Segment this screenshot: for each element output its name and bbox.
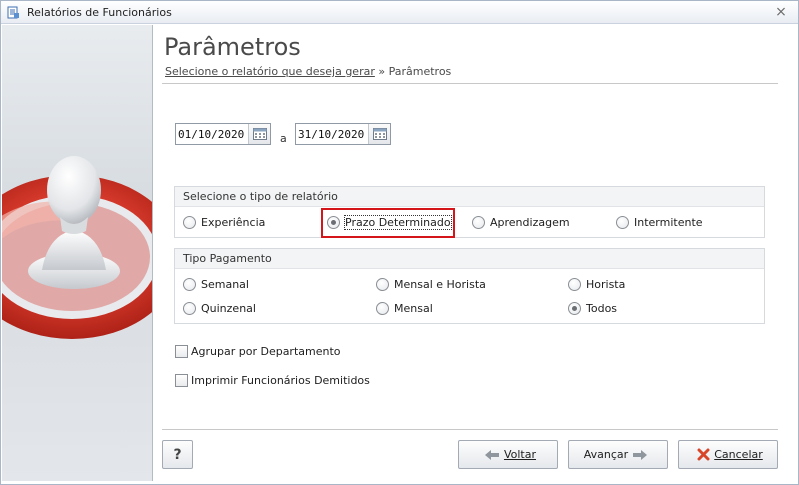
report-window: Relatórios de Funcionários ⨯ Parâmetros … bbox=[0, 0, 799, 485]
employee-silhouette-icon bbox=[2, 156, 152, 339]
radio-label: Intermitente bbox=[634, 215, 703, 229]
radio-label: Todos bbox=[586, 301, 618, 315]
arrow-right-icon bbox=[633, 449, 648, 460]
checkbox-box[interactable] bbox=[175, 374, 188, 387]
radio-payment-mensal-horista[interactable]: Mensal e Horista bbox=[376, 276, 486, 292]
date-range-separator: a bbox=[280, 132, 287, 145]
radio-payment-horista[interactable]: Horista bbox=[568, 276, 625, 292]
breadcrumb: Selecione o relatório que deseja gerar »… bbox=[165, 65, 451, 78]
end-date-calendar-button[interactable] bbox=[368, 124, 390, 144]
start-date-input[interactable] bbox=[176, 124, 248, 144]
group-by-department-checkbox[interactable]: Agrupar por Departamento bbox=[175, 345, 341, 358]
close-icon[interactable]: ⨯ bbox=[774, 5, 788, 19]
report-type-group: Selecione o tipo de relatório Experiênci… bbox=[174, 186, 765, 238]
start-date-calendar-button[interactable] bbox=[248, 124, 270, 144]
breadcrumb-link-select-report[interactable]: Selecione o relatório que deseja gerar bbox=[165, 65, 375, 78]
main-content: Parâmetros Selecione o relatório que des… bbox=[154, 25, 798, 481]
checkbox-box[interactable] bbox=[175, 345, 188, 358]
radio-payment-mensal[interactable]: Mensal bbox=[376, 300, 433, 316]
cancel-button[interactable]: Cancelar bbox=[678, 440, 778, 469]
start-date-field[interactable] bbox=[175, 123, 271, 145]
report-type-group-title: Selecione o tipo de relatório bbox=[175, 187, 764, 207]
back-button-label: Voltar bbox=[503, 448, 537, 461]
checkbox-label: Agrupar por Departamento bbox=[191, 345, 341, 358]
radio-circle[interactable] bbox=[183, 215, 196, 229]
next-button-label: Avançar bbox=[583, 448, 629, 461]
payment-type-group-title: Tipo Pagamento bbox=[175, 249, 764, 269]
radio-circle[interactable] bbox=[376, 277, 389, 291]
breadcrumb-current: Parâmetros bbox=[388, 65, 452, 78]
radio-label: Horista bbox=[586, 277, 626, 291]
radio-circle[interactable] bbox=[183, 277, 196, 291]
arrow-left-icon bbox=[484, 449, 499, 460]
selection-highlight-box bbox=[321, 208, 455, 238]
print-dismissed-checkbox[interactable]: Imprimir Funcionários Demitidos bbox=[175, 374, 370, 387]
radio-circle[interactable] bbox=[472, 215, 485, 229]
radio-circle[interactable] bbox=[616, 215, 629, 229]
radio-label: Semanal bbox=[201, 277, 249, 291]
page-title: Parâmetros bbox=[164, 33, 301, 61]
window-title: Relatórios de Funcionários bbox=[27, 6, 172, 19]
back-button[interactable]: Voltar bbox=[458, 440, 558, 469]
end-date-field[interactable] bbox=[295, 123, 391, 145]
cancel-button-label: Cancelar bbox=[714, 448, 763, 461]
footer-divider bbox=[162, 429, 778, 430]
radio-label: Experiência bbox=[201, 215, 266, 229]
radio-payment-semanal[interactable]: Semanal bbox=[183, 276, 249, 292]
close-x-icon bbox=[697, 448, 710, 461]
next-button[interactable]: Avançar bbox=[568, 440, 668, 469]
radio-circle[interactable] bbox=[183, 301, 196, 315]
radio-report-experiencia[interactable]: Experiência bbox=[183, 214, 265, 230]
radio-payment-todos[interactable]: Todos bbox=[568, 300, 617, 316]
radio-label: Quinzenal bbox=[201, 301, 256, 315]
sidebar-illustration bbox=[2, 25, 153, 481]
payment-type-group: Tipo Pagamento Semanal Mensal e Horista … bbox=[174, 248, 765, 324]
help-button[interactable]: ? bbox=[162, 440, 193, 469]
radio-payment-quinzenal[interactable]: Quinzenal bbox=[183, 300, 256, 316]
radio-circle[interactable] bbox=[568, 277, 581, 291]
radio-report-intermitente[interactable]: Intermitente bbox=[616, 214, 703, 230]
calendar-icon bbox=[253, 128, 267, 140]
title-bar[interactable]: Relatórios de Funcionários ⨯ bbox=[1, 1, 798, 24]
report-icon bbox=[7, 6, 19, 19]
radio-report-aprendizagem[interactable]: Aprendizagem bbox=[472, 214, 570, 230]
radio-label: Mensal bbox=[394, 301, 433, 315]
header-divider bbox=[162, 83, 778, 84]
breadcrumb-separator: » bbox=[374, 65, 389, 78]
radio-circle[interactable] bbox=[568, 301, 581, 315]
radio-label: Mensal e Horista bbox=[394, 277, 486, 291]
end-date-input[interactable] bbox=[296, 124, 368, 144]
calendar-icon bbox=[373, 128, 387, 140]
checkbox-label: Imprimir Funcionários Demitidos bbox=[191, 374, 370, 387]
radio-label: Aprendizagem bbox=[490, 215, 570, 229]
radio-circle[interactable] bbox=[376, 301, 389, 315]
